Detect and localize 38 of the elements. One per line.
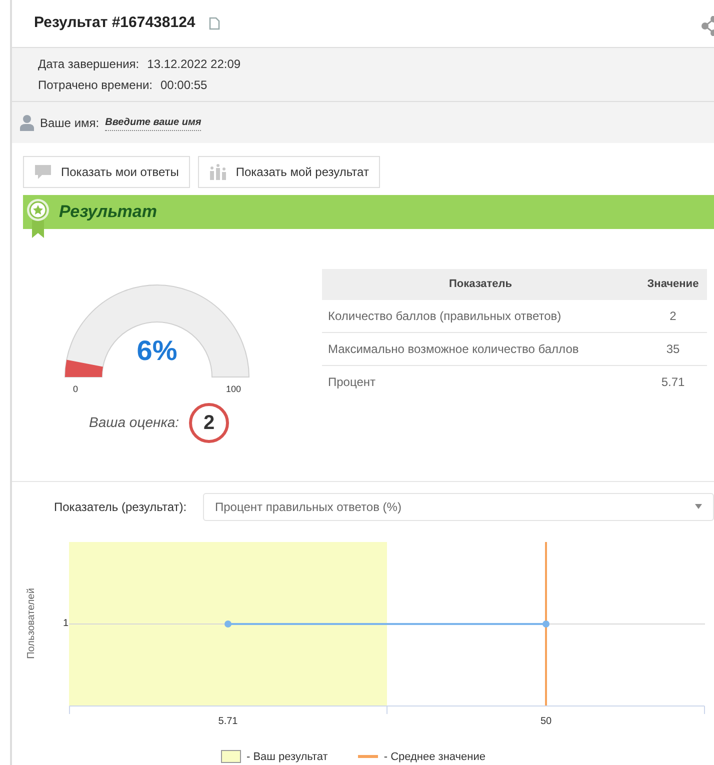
indicator-select[interactable]: Процент правильных ответов (%) — [203, 492, 714, 520]
copy-icon[interactable] — [209, 16, 220, 30]
result-title: Результат #167438124 — [34, 13, 196, 34]
dropdown-caret-icon — [695, 504, 702, 509]
show-button[interactable]: Показать мой результат — [198, 156, 380, 188]
gauge-reading: 6% — [136, 336, 178, 365]
podium-icon — [208, 164, 227, 180]
y-axis-label: Пользователей — [24, 588, 38, 659]
y-tick-label: 1 — [63, 618, 69, 628]
table-cell: 2 — [639, 300, 707, 333]
name-link[interactable]: Введите ваше имя — [105, 114, 202, 131]
info-value: 00:00:55 — [160, 76, 208, 94]
table-cell: 35 — [639, 332, 707, 366]
grade-label: Ваша оценка: — [89, 413, 179, 432]
column-header: Показатель — [322, 268, 639, 300]
selector-label: Показатель (результат): — [54, 498, 188, 516]
info-value: 13.12.2022 22:09 — [147, 56, 241, 73]
column-header: Значение — [639, 268, 707, 300]
table-cell: Процент — [322, 366, 639, 399]
award-ribbon-icon — [26, 198, 50, 238]
table-cell: Количество баллов (правильных ответов) — [322, 300, 639, 333]
info-label: Дата завершения: — [38, 56, 140, 73]
name-label: Ваше имя: — [40, 114, 100, 132]
banner-title: Результат — [59, 201, 157, 224]
x-tick-label: 50 — [540, 714, 552, 728]
x-tick-label: 5.71 — [218, 714, 238, 728]
show-button[interactable]: Показать мои ответы — [23, 156, 190, 188]
table-cell: Максимально возможное количество баллов — [322, 332, 639, 366]
info-label: Потрачено времени: — [38, 76, 152, 94]
speech-bubble-icon — [34, 164, 52, 180]
gauge-max-label: 100 — [226, 382, 242, 396]
legend-label: - Ваш результат — [246, 750, 328, 764]
legend-label: - Среднее значение — [384, 750, 486, 764]
gauge-min-label: 0 — [73, 382, 78, 396]
table-cell: 5.71 — [639, 366, 707, 399]
grade-value: 2 — [189, 402, 229, 443]
user-icon — [20, 114, 34, 132]
share-icon[interactable] — [700, 16, 714, 36]
